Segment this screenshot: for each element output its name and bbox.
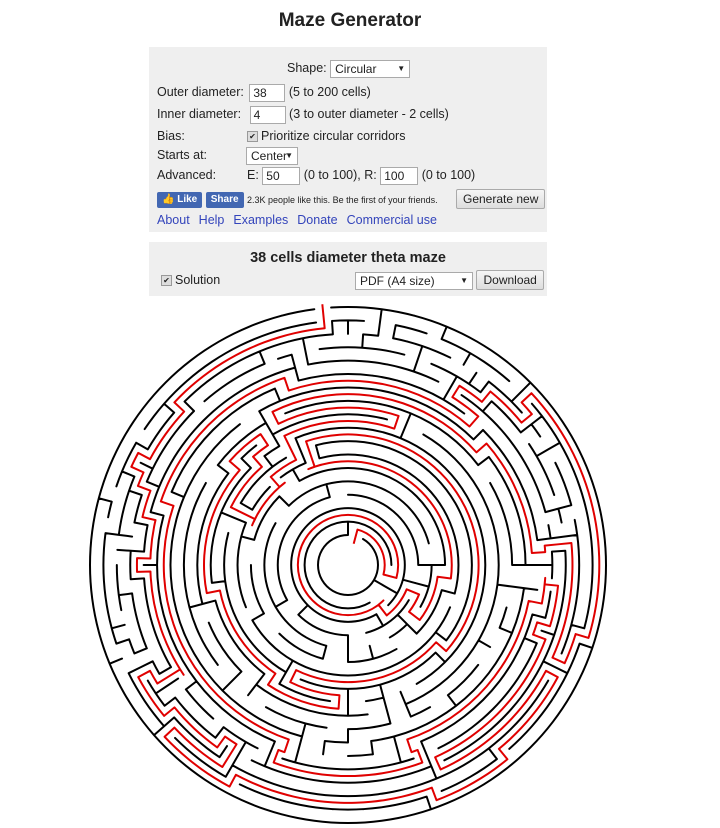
maze-walls [89, 306, 607, 824]
maze-image [89, 304, 607, 824]
